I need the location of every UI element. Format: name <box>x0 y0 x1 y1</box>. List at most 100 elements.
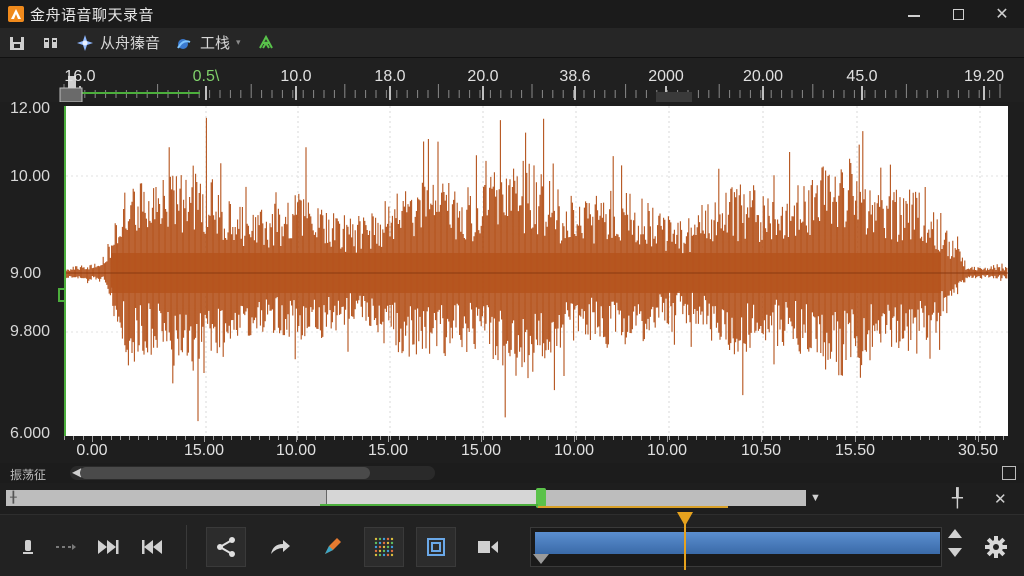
ruler-label: 10.0 <box>280 68 312 85</box>
device-icon <box>44 37 57 48</box>
x-axis-tick <box>361 436 363 440</box>
wrench-icon <box>177 38 191 49</box>
playback-timeline[interactable] <box>530 512 942 570</box>
pin-icon[interactable]: ╀ <box>952 488 963 509</box>
x-axis-tick <box>324 436 326 440</box>
device-settings-button[interactable] <box>34 28 68 58</box>
playhead-handle[interactable] <box>677 512 693 526</box>
clip-frame-icon <box>427 538 445 556</box>
x-axis-tick <box>984 436 986 440</box>
x-axis-label: 10.00 <box>275 442 317 459</box>
redo-arrow-icon <box>271 540 290 554</box>
x-axis-tick <box>603 436 605 440</box>
x-axis-tick <box>863 436 865 440</box>
waveform-canvas[interactable] <box>64 106 1008 436</box>
x-axis-tick <box>101 436 103 440</box>
x-axis-tick <box>873 436 875 440</box>
overview-start-icon: ╂ <box>10 492 17 504</box>
grid-dots-icon <box>374 537 394 557</box>
x-axis-tick <box>82 436 84 440</box>
x-axis-tick <box>631 436 633 440</box>
close-overview-icon[interactable]: ✕ <box>994 490 1007 508</box>
x-axis-tick <box>835 436 837 440</box>
skip-forward-icon <box>98 540 119 554</box>
save-button[interactable] <box>0 28 34 58</box>
chevron-up-icon[interactable] <box>948 529 962 538</box>
prev-button[interactable] <box>132 527 172 567</box>
app-logo-icon <box>8 6 24 22</box>
x-axis-tick <box>370 436 372 440</box>
close-button[interactable]: ✕ <box>980 0 1024 28</box>
from-boat-button[interactable]: 从舟獉音 <box>68 28 168 58</box>
scrollbar-thumb[interactable] <box>80 467 370 479</box>
x-axis-tick <box>826 436 828 440</box>
x-axis-tick <box>640 436 642 440</box>
minimize-button[interactable] <box>892 0 936 28</box>
x-axis-tick <box>668 436 670 440</box>
x-axis-tick <box>910 436 912 440</box>
x-axis-tick <box>724 436 726 440</box>
x-axis-tick <box>175 436 177 440</box>
ruler-label: 18.0 <box>374 68 406 85</box>
clip-button[interactable] <box>416 527 456 567</box>
selection-underline <box>320 504 538 506</box>
chevron-down-icon: ▾ <box>236 37 241 47</box>
x-axis-tick <box>687 436 689 440</box>
x-axis-tick <box>147 436 149 440</box>
next-button[interactable] <box>88 527 128 567</box>
grid-tool-button[interactable] <box>364 527 404 567</box>
settings-button[interactable] <box>976 527 1016 567</box>
x-axis-tick <box>454 436 456 440</box>
timeline-start-marker[interactable] <box>533 554 549 564</box>
x-axis-tick <box>780 436 782 440</box>
zoom-stepper[interactable] <box>948 529 962 567</box>
x-axis-tick <box>845 436 847 440</box>
x-axis-tick <box>556 436 558 440</box>
x-axis-label: 15.00 <box>460 442 502 459</box>
x-axis-tick <box>250 436 251 440</box>
redo-button[interactable] <box>260 527 300 567</box>
amplitude-axis: 12.00 10.00 9.00 9.800 6.000 <box>0 100 72 442</box>
time-ruler[interactable]: 16.0 0.5\ 10.0 18.0 20.0 38.6 2000 20.00 45.0 19.… <box>0 58 1024 102</box>
x-axis-tick <box>919 436 921 440</box>
maximize-button[interactable] <box>936 0 980 28</box>
x-axis-tick <box>343 436 344 440</box>
x-axis-tick <box>547 436 549 440</box>
tools-menu[interactable]: 工栈 ▾ <box>168 28 249 58</box>
effects-button[interactable] <box>249 28 283 58</box>
x-axis-tick <box>463 436 465 440</box>
x-axis-tick <box>891 436 893 440</box>
x-axis-tick <box>482 436 484 440</box>
x-axis-label: 10.00 <box>553 442 595 459</box>
x-axis-tick <box>566 436 568 440</box>
x-axis-tick <box>268 436 270 440</box>
x-axis-tick <box>928 436 930 440</box>
ruler-label: 20.0 <box>467 68 499 85</box>
ruler-label: 19.20 <box>963 68 1005 85</box>
close-icon: ✕ <box>995 6 1009 23</box>
x-axis-tick <box>1003 436 1005 440</box>
record-button[interactable] <box>8 527 48 567</box>
pen-tool-button[interactable] <box>312 527 352 567</box>
x-axis-tick <box>473 436 475 440</box>
horizontal-scrollbar[interactable]: ◀ <box>70 465 435 480</box>
x-axis-tick <box>519 436 521 440</box>
from-boat-label: 从舟獉音 <box>100 35 161 52</box>
ruler-label: 20.00 <box>742 68 784 85</box>
skip-back-icon <box>142 540 162 554</box>
x-axis-tick <box>436 436 437 440</box>
x-axis-tick <box>222 436 224 440</box>
video-button[interactable] <box>468 527 508 567</box>
overview-dropdown-icon[interactable]: ▼ <box>810 492 821 504</box>
x-axis-tick <box>445 436 447 440</box>
scroll-label: 振荡征 <box>10 468 47 482</box>
chevron-down-icon[interactable] <box>948 548 962 557</box>
share-button[interactable] <box>206 527 246 567</box>
x-axis-tick <box>129 436 131 440</box>
x-axis-tick <box>649 436 651 440</box>
x-axis-label: 10.00 <box>646 442 688 459</box>
fit-view-icon[interactable] <box>1002 466 1016 480</box>
save-icon <box>10 36 24 50</box>
skip-button[interactable] <box>46 527 86 567</box>
x-axis-tick <box>305 436 307 440</box>
